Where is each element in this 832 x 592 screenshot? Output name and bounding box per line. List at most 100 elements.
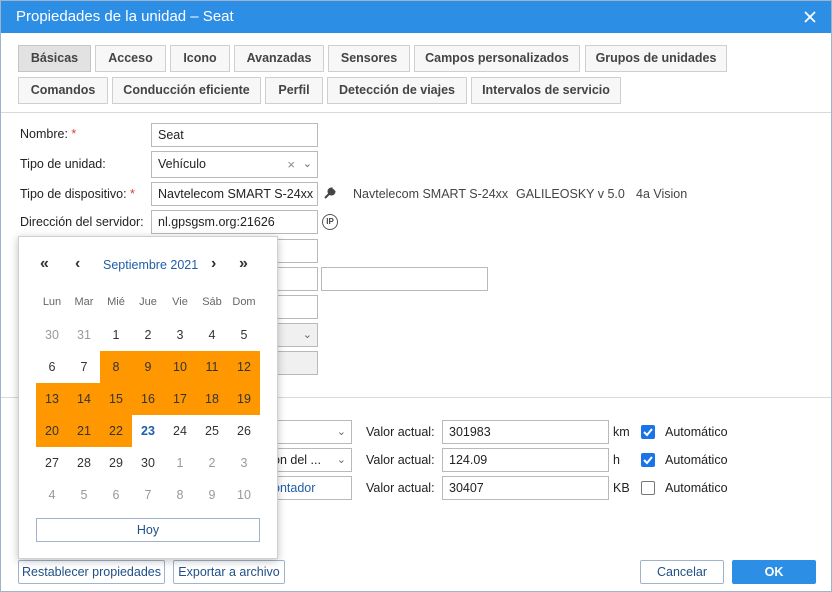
weekday-header: Mié [107,296,125,308]
mileage-value-input[interactable]: 301983 [442,420,609,444]
calendar-day[interactable]: 11 [196,351,228,383]
calendar-day[interactable]: 15 [100,383,132,415]
calendar-day[interactable]: 20 [36,415,68,447]
device-suggestion-3[interactable]: 4a Vision [636,187,687,201]
calendar-day[interactable]: 3 [228,447,260,479]
name-input[interactable]: Seat [151,123,318,147]
calendar-day[interactable]: 5 [68,479,100,511]
calendar-day[interactable]: 10 [164,351,196,383]
auto-checkbox-1[interactable] [641,425,655,439]
calendar-day[interactable]: 8 [164,479,196,511]
calendar-day[interactable]: 18 [196,383,228,415]
counter-select-1[interactable]: ⌄ [266,420,352,444]
calendar-day[interactable]: 1 [164,447,196,479]
tab-conduccion-eficiente[interactable]: Conducción eficiente [112,77,261,104]
next-year-icon[interactable]: » [239,255,248,273]
current-value-label-3: Valor actual: [366,481,435,495]
hidden-select-1[interactable]: ⌄ [271,323,318,347]
calendar-day[interactable]: 12 [228,351,260,383]
calendar-month-label[interactable]: Septiembre 2021 [103,258,198,272]
tab-intervalos-de-servicio[interactable]: Intervalos de servicio [471,77,621,104]
calendar-day[interactable]: 9 [132,351,164,383]
auto-checkbox-2[interactable] [641,453,655,467]
calendar-day[interactable]: 10 [228,479,260,511]
calendar-day[interactable]: 7 [132,479,164,511]
tabs-divider [1,112,831,113]
calendar-day[interactable]: 25 [196,415,228,447]
today-button[interactable]: Hoy [36,518,260,542]
tab-deteccion-de-viajes[interactable]: Detección de viajes [327,77,467,104]
chevron-down-icon: ⌄ [336,454,346,466]
unit-type-label: Tipo de unidad: [20,157,106,171]
calendar-day[interactable]: 27 [36,447,68,479]
calendar-day[interactable]: 16 [132,383,164,415]
calendar-day[interactable]: 21 [68,415,100,447]
calendar-day[interactable]: 4 [36,479,68,511]
clear-icon[interactable]: × [287,152,295,177]
calendar-day[interactable]: 6 [36,351,68,383]
hidden-input-1[interactable] [271,239,318,263]
calendar-day[interactable]: 5 [228,319,260,351]
calendar-day[interactable]: 14 [68,383,100,415]
hidden-input-4[interactable] [271,295,318,319]
counter-select-2[interactable]: ón del ... ⌄ [266,448,352,472]
device-suggestion-1[interactable]: Navtelecom SMART S-24xx [353,187,508,201]
calendar-day[interactable]: 17 [164,383,196,415]
export-to-file-button[interactable]: Exportar a archivo [173,560,285,584]
reset-properties-button[interactable]: Restablecer propiedades [18,560,165,584]
tab-perfil[interactable]: Perfil [265,77,323,104]
ip-icon[interactable]: IP [322,214,338,230]
tab-comandos[interactable]: Comandos [18,77,108,104]
calendar-day[interactable]: 8 [100,351,132,383]
tab-icono[interactable]: Icono [170,45,230,72]
calendar-day[interactable]: 28 [68,447,100,479]
hidden-input-3[interactable] [321,267,488,291]
server-address-input[interactable]: nl.gpsgsm.org:21626 [151,210,318,234]
tab-grupos-de-unidades[interactable]: Grupos de unidades [585,45,727,72]
calendar-day[interactable]: 29 [100,447,132,479]
dialog-title: Propiedades de la unidad – Seat [16,8,234,25]
calendar-day[interactable]: 7 [68,351,100,383]
calendar-day[interactable]: 2 [132,319,164,351]
dialog-titlebar: Propiedades de la unidad – Seat [1,1,831,33]
cancel-button[interactable]: Cancelar [640,560,724,584]
calendar-day[interactable]: 4 [196,319,228,351]
device-type-input[interactable]: Navtelecom SMART S-24xx [151,182,318,206]
weekday-header: Dom [232,296,256,308]
calendar-day-today[interactable]: 23 [132,415,164,447]
engine-hours-value-input[interactable]: 124.09 [442,448,609,472]
current-value-label-1: Valor actual: [366,425,435,439]
calendar-day[interactable]: 30 [36,319,68,351]
calendar-day[interactable]: 9 [196,479,228,511]
unit-type-select[interactable]: Vehículo × ⌄ [151,151,318,178]
prev-month-icon[interactable]: ‹ [75,255,80,273]
auto-checkbox-3[interactable] [641,481,655,495]
chevron-down-icon: ⌄ [302,329,312,341]
traffic-value-input[interactable]: 30407 [442,476,609,500]
ok-button[interactable]: OK [732,560,816,584]
calendar-day[interactable]: 19 [228,383,260,415]
tab-acceso[interactable]: Acceso [95,45,166,72]
calendar-day[interactable]: 24 [164,415,196,447]
hidden-input-2[interactable] [271,267,318,291]
prev-year-icon[interactable]: « [40,255,49,273]
counter-select-3[interactable]: ontador [266,476,352,500]
calendar-day[interactable]: 1 [100,319,132,351]
tab-campos-personalizados[interactable]: Campos personalizados [414,45,580,72]
device-suggestion-2[interactable]: GALILEOSKY v 5.0 [516,187,625,201]
calendar-day[interactable]: 22 [100,415,132,447]
next-month-icon[interactable]: › [211,255,216,273]
close-icon[interactable] [801,8,819,26]
weekday-header: Mar [74,296,94,308]
calendar-day[interactable]: 6 [100,479,132,511]
calendar-day[interactable]: 31 [68,319,100,351]
calendar-day[interactable]: 3 [164,319,196,351]
wrench-icon[interactable] [323,186,337,203]
tab-avanzadas[interactable]: Avanzadas [234,45,324,72]
calendar-day[interactable]: 13 [36,383,68,415]
tab-sensores[interactable]: Sensores [328,45,410,72]
calendar-day[interactable]: 26 [228,415,260,447]
calendar-day[interactable]: 30 [132,447,164,479]
calendar-day[interactable]: 2 [196,447,228,479]
tab-basicas[interactable]: Básicas [18,45,91,72]
